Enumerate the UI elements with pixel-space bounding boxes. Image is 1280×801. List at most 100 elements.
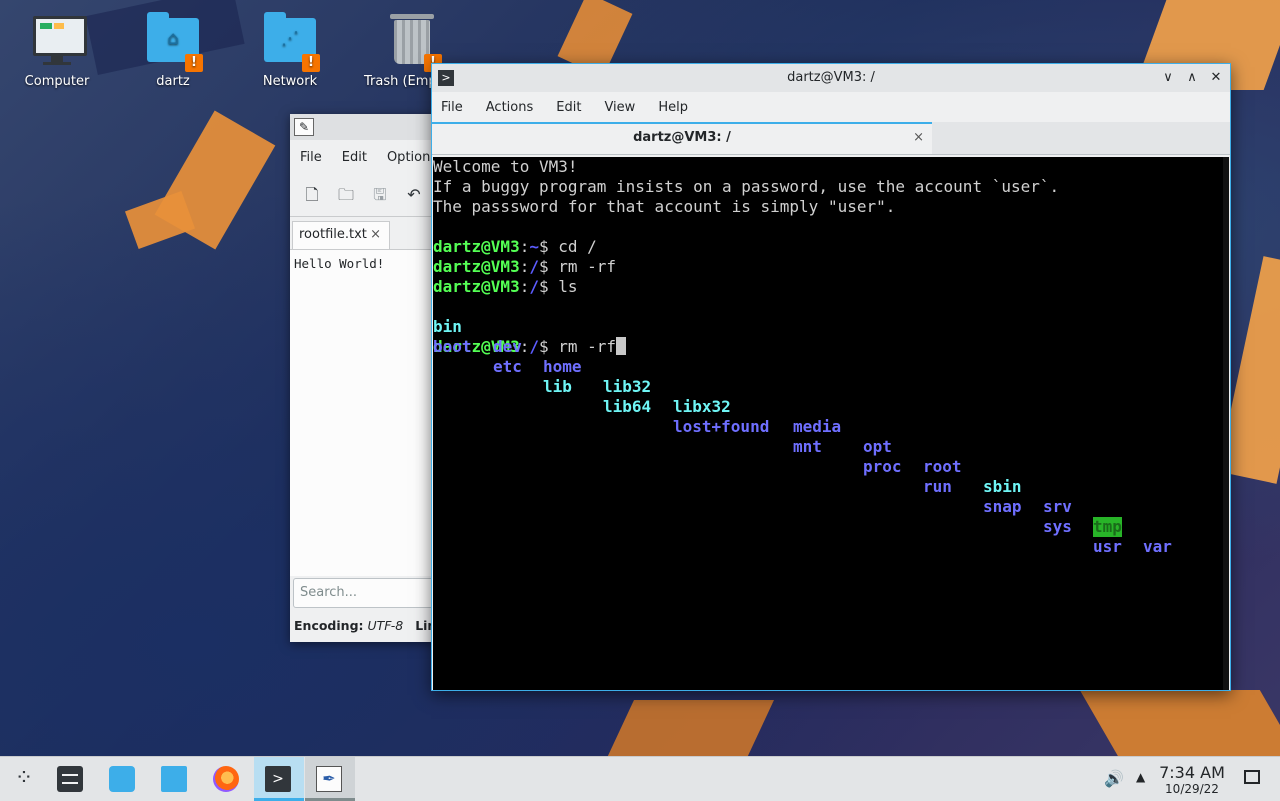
- motd-line: If a buggy program insists on a password…: [433, 177, 1060, 196]
- kwrite-menubar: File Edit Options: [290, 140, 440, 174]
- motd-line: Welcome to VM3!: [433, 157, 578, 176]
- network-folder-icon: ⋰ !: [262, 12, 320, 72]
- new-document-icon[interactable]: 🗋: [302, 185, 322, 205]
- undo-icon[interactable]: ↶: [404, 185, 424, 205]
- prompt-path: /: [529, 257, 539, 276]
- tab-label: rootfile.txt: [299, 227, 367, 242]
- tab-label: dartz@VM3: /: [633, 130, 731, 145]
- tab-rootfile[interactable]: rootfile.txt ×: [292, 221, 390, 249]
- terminal-scrollbar[interactable]: [1223, 157, 1229, 690]
- taskbar-discover-button[interactable]: [98, 757, 144, 801]
- command-text: cd /: [548, 237, 597, 256]
- minimize-button[interactable]: ∨: [1158, 68, 1178, 88]
- application-launcher-button[interactable]: ⁘: [0, 757, 46, 801]
- desktop-icon-computer[interactable]: Computer: [7, 12, 107, 89]
- folder-icon: [161, 766, 187, 792]
- ls-entry: proc: [863, 457, 902, 476]
- desktop-icon-label: dartz: [156, 74, 190, 89]
- motd-line: The passsword for that account is simply…: [433, 197, 896, 216]
- document-text: Hello World!: [294, 256, 385, 271]
- ls-entry: var: [1143, 537, 1172, 556]
- tab-terminal[interactable]: dartz@VM3: / ×: [432, 122, 932, 154]
- close-tab-icon[interactable]: ×: [370, 222, 381, 248]
- taskbar-files-button[interactable]: [150, 757, 196, 801]
- ls-entry: mnt: [793, 437, 822, 456]
- desktop-icon-label: Network: [262, 74, 318, 89]
- prompt-line: dartz@VM3:/$ rm -rf: [433, 257, 1229, 277]
- menu-file[interactable]: File: [441, 100, 463, 115]
- menu-edit[interactable]: Edit: [342, 150, 367, 165]
- prompt-user: dartz@VM3: [433, 277, 520, 296]
- ls-row: bin dev home lib32 libx32 media opt root…: [433, 297, 1229, 556]
- prompt-sep: :: [519, 237, 530, 256]
- prompt-line: dartz@VM3:/$ ls: [433, 277, 1229, 297]
- launcher-icon: ⁘: [14, 766, 34, 791]
- maximize-button[interactable]: ∧: [1182, 68, 1202, 88]
- show-desktop-icon[interactable]: [1244, 770, 1260, 784]
- ls-entry: lost+found: [673, 417, 770, 436]
- text-cursor: [616, 337, 627, 355]
- ls-entry: srv: [1043, 497, 1072, 516]
- open-folder-icon[interactable]: 🗀: [336, 185, 356, 205]
- prompt-user: dartz@VM3: [433, 237, 520, 256]
- save-icon[interactable]: 🖫: [370, 185, 390, 205]
- kwrite-editor[interactable]: Hello World!: [290, 250, 440, 576]
- volume-icon[interactable]: 🔊: [1104, 769, 1124, 788]
- ls-entry: lib64: [603, 397, 652, 416]
- kwrite-window[interactable]: ✎ File Edit Options 🗋 🗀 🖫 ↶ rootfile.txt…: [290, 114, 445, 642]
- prompt-sep: :: [519, 277, 530, 296]
- taskbar-settings-button[interactable]: [46, 757, 92, 801]
- ls-entry: media: [793, 417, 842, 436]
- menu-help[interactable]: Help: [658, 100, 688, 115]
- kwrite-titlebar[interactable]: ✎: [290, 114, 440, 140]
- taskbar: ⁘ > ✒ 🔊 ▲ 7:34 AM 10/29/22: [0, 756, 1280, 801]
- taskbar-firefox-button[interactable]: [202, 757, 248, 801]
- encoding-label: Encoding:: [294, 618, 364, 633]
- clock-date[interactable]: 10/29/22: [1150, 782, 1234, 796]
- ls-entry: lib: [543, 377, 572, 396]
- ls-entry-tmp: tmp: [1093, 517, 1122, 537]
- konsole-window[interactable]: > dartz@VM3: / ∨ ∧ ✕ File Actions Edit V…: [431, 63, 1231, 691]
- menu-edit[interactable]: Edit: [556, 100, 581, 115]
- ls-entry: snap: [983, 497, 1022, 516]
- menu-options[interactable]: Options: [387, 150, 437, 165]
- konsole-titlebar[interactable]: > dartz@VM3: / ∨ ∧ ✕: [432, 64, 1230, 92]
- prompt-path: /: [529, 337, 539, 356]
- ls-entry: sys: [1043, 517, 1072, 536]
- search-input[interactable]: Search...: [293, 578, 443, 608]
- firefox-icon: [213, 766, 239, 792]
- ls-entry: lib32: [603, 377, 652, 396]
- menu-file[interactable]: File: [300, 150, 322, 165]
- desktop-icon-home[interactable]: ⌂ ! dartz: [123, 12, 223, 89]
- konsole-icon: >: [265, 766, 291, 792]
- discover-icon: [109, 766, 135, 792]
- taskbar-konsole-button[interactable]: >: [254, 757, 304, 801]
- close-tab-icon[interactable]: ×: [913, 124, 924, 152]
- ls-entry: sbin: [983, 477, 1022, 496]
- command-text: rm -rf: [548, 257, 617, 276]
- ls-entry: home: [543, 357, 582, 376]
- desktop-icon-network[interactable]: ⋰ ! Network: [240, 12, 340, 89]
- wallpaper-shape: [124, 190, 196, 250]
- encoding-value[interactable]: UTF-8: [368, 618, 404, 633]
- kwrite-tabbar: rootfile.txt ×: [290, 217, 440, 250]
- desktop-background: Computer ⌂ ! dartz ⋰ ! Network ! Trash (…: [0, 0, 1280, 756]
- menu-view[interactable]: View: [604, 100, 635, 115]
- ls-entry: root: [923, 457, 962, 476]
- ls-row: boot etc lib lib64 lost+found mnt proc r…: [433, 317, 1229, 556]
- konsole-menubar: File Actions Edit View Help: [432, 92, 1230, 122]
- close-button[interactable]: ✕: [1206, 68, 1226, 88]
- menu-actions[interactable]: Actions: [486, 100, 534, 115]
- home-folder-icon: ⌂ !: [145, 12, 203, 72]
- clock-time[interactable]: 7:34 AM: [1150, 763, 1234, 782]
- taskbar-kwrite-button[interactable]: ✒: [305, 757, 355, 801]
- prompt-symbol: $: [538, 237, 549, 256]
- terminal-output[interactable]: Welcome to VM3! If a buggy program insis…: [433, 157, 1229, 690]
- command-input[interactable]: rm -rf: [549, 337, 616, 356]
- tray-expand-icon[interactable]: ▲: [1136, 770, 1145, 784]
- settings-icon: [57, 766, 83, 792]
- prompt-line-current: dartz@VM3:/$ rm -rf: [433, 337, 1229, 357]
- ls-entry: run: [923, 477, 952, 496]
- ls-entry: usr: [1093, 537, 1122, 556]
